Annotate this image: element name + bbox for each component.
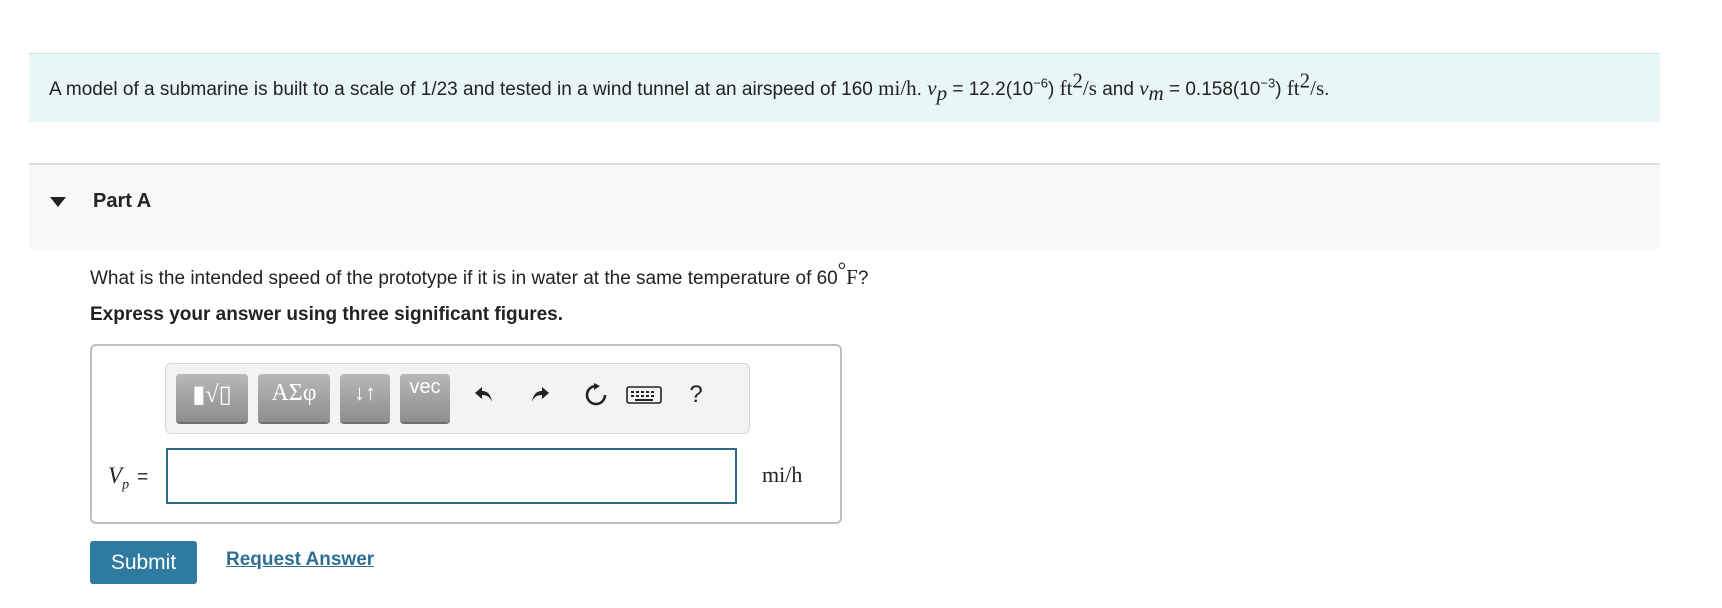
- math-toolbar: ▮√▯ ΑΣφ ↓↑ vec ?: [165, 363, 750, 434]
- period: .: [1324, 79, 1330, 100]
- nu-m-sub: m: [1148, 80, 1164, 105]
- equals-sign: =: [137, 467, 149, 488]
- fahrenheit-unit: F: [846, 265, 858, 289]
- instruction-text: Express your answer using three signific…: [90, 304, 564, 325]
- nu-p-sub: p: [936, 80, 948, 105]
- paren: ): [1275, 79, 1287, 100]
- sep: .: [916, 79, 928, 100]
- question-body: What is the intended speed of the protot…: [90, 268, 838, 289]
- help-button[interactable]: ?: [681, 378, 711, 412]
- arrows-button[interactable]: ↓↑: [340, 374, 390, 422]
- answer-input[interactable]: [166, 448, 737, 504]
- sq-exp: 2: [1299, 68, 1311, 93]
- nu-p-exp: −6: [1033, 75, 1048, 91]
- nu-m-symbol: ν: [1139, 76, 1149, 100]
- keyboard-icon[interactable]: [624, 378, 664, 412]
- sq-exp: 2: [1072, 68, 1083, 93]
- reset-icon[interactable]: [578, 378, 614, 412]
- templates-button[interactable]: ▮√▯: [176, 374, 248, 422]
- answer-box: ▮√▯ ΑΣφ ↓↑ vec ? Vp = mi/h: [90, 344, 842, 524]
- vector-button[interactable]: vec: [400, 374, 450, 422]
- ft-unit: ft: [1286, 76, 1300, 100]
- greek-symbols-button[interactable]: ΑΣφ: [258, 374, 330, 422]
- part-title: Part A: [93, 190, 152, 212]
- problem-statement: A model of a submarine is built to a sca…: [29, 53, 1660, 122]
- question-mark: ?: [857, 268, 869, 289]
- question-text: What is the intended speed of the protot…: [90, 259, 869, 290]
- ft-unit: ft: [1059, 76, 1073, 100]
- redo-icon[interactable]: [522, 378, 558, 412]
- per-s: /s: [1310, 76, 1325, 100]
- undo-icon[interactable]: [466, 378, 502, 412]
- problem-text: A model of a submarine is built to a sca…: [49, 70, 1330, 105]
- var-v: V: [108, 463, 123, 488]
- per-s: /s: [1082, 76, 1097, 100]
- nu-p-symbol: ν: [927, 76, 937, 100]
- request-answer-link[interactable]: Request Answer: [226, 549, 374, 571]
- collapse-caret-icon[interactable]: [50, 197, 66, 207]
- part-a-header[interactable]: Part A: [29, 163, 1660, 249]
- paren: ): [1047, 79, 1060, 100]
- and-text: and: [1096, 79, 1140, 100]
- speed-unit: mi/h: [878, 76, 917, 100]
- answer-unit: mi/h: [762, 462, 803, 487]
- var-sub: p: [122, 477, 130, 493]
- degree-symbol: °: [837, 257, 847, 282]
- submit-button[interactable]: Submit: [90, 541, 197, 584]
- problem-intro: A model of a submarine is built to a sca…: [49, 79, 873, 100]
- answer-variable: Vp =: [108, 463, 149, 492]
- nu-p-value: = 12.2(10: [947, 79, 1034, 100]
- nu-m-exp: −3: [1260, 75, 1276, 91]
- nu-m-value: = 0.158(10: [1163, 79, 1261, 100]
